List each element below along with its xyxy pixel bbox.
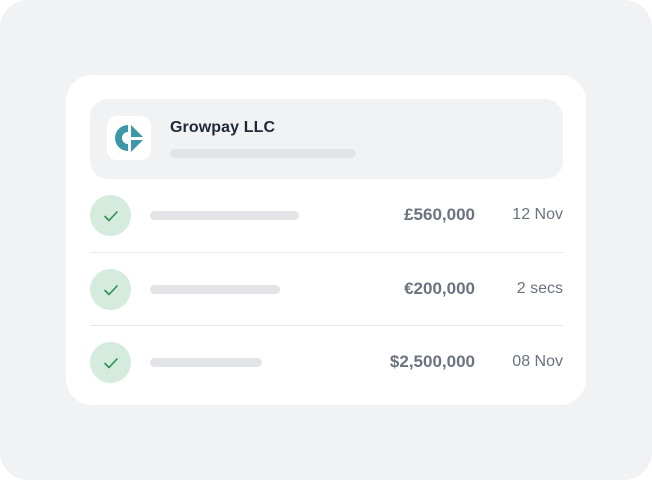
transaction-amount: €200,000: [404, 279, 475, 298]
background-frame: Growpay LLC £560,000 12 Nov €200,000 2 s…: [0, 0, 652, 480]
description-placeholder-bar: [150, 211, 299, 220]
check-icon: [90, 342, 131, 383]
check-icon: [90, 195, 131, 236]
company-placeholder-bar: [170, 149, 356, 158]
transaction-row[interactable]: €200,000 2 secs: [90, 252, 563, 325]
transaction-amount: $2,500,000: [389, 352, 475, 371]
company-header[interactable]: Growpay LLC: [90, 99, 563, 179]
transaction-date: 2 secs: [516, 280, 563, 297]
transaction-date: 12 Nov: [512, 206, 563, 223]
transactions-card: Growpay LLC £560,000 12 Nov €200,000 2 s…: [66, 75, 586, 405]
description-placeholder-bar: [150, 358, 262, 367]
transaction-date: 08 Nov: [512, 353, 563, 370]
company-name: Growpay LLC: [170, 119, 276, 136]
transaction-row[interactable]: $2,500,000 08 Nov: [90, 325, 563, 398]
growpay-logo-icon: [107, 116, 151, 160]
transaction-amount: £560,000: [404, 205, 475, 224]
transaction-row[interactable]: £560,000 12 Nov: [90, 179, 563, 252]
description-placeholder-bar: [150, 285, 280, 294]
check-icon: [90, 269, 131, 310]
